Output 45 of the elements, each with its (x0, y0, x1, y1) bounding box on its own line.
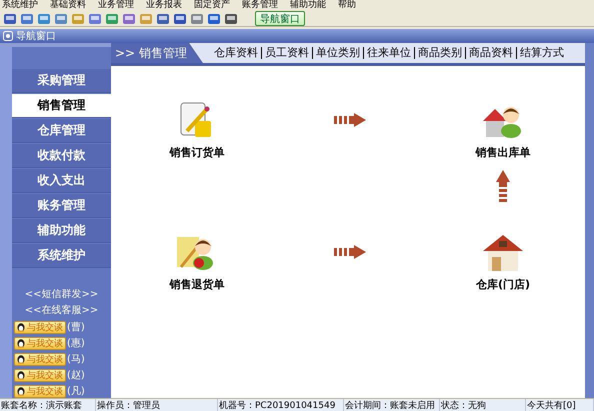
header-link[interactable]: 员工资料 (260, 47, 312, 59)
status-text: 今天共有[0] (526, 399, 594, 411)
sidebar-item[interactable]: 辅助功能 (12, 219, 111, 243)
arrow-up-icon (496, 170, 510, 202)
panel-title: 导航窗口 (16, 30, 56, 43)
sidebar-item[interactable]: 收入支出 (12, 169, 111, 193)
menu-item[interactable]: 账务管理 (242, 0, 278, 11)
contact-name: (曹) (67, 320, 85, 334)
header-link[interactable]: 往来单位 (362, 47, 414, 59)
node-label[interactable]: 销售订货单 (170, 145, 224, 160)
node-label[interactable]: 销售出库单 (476, 145, 530, 160)
sidebar-item[interactable]: 系统维护 (12, 244, 111, 268)
contact-name: (赵) (67, 368, 85, 382)
sidebar-link[interactable]: <<在线客服>> (24, 303, 98, 317)
sidebar-item[interactable]: 采购管理 (12, 69, 111, 93)
header-link[interactable]: 商品类别 (414, 47, 465, 59)
navigation-button[interactable]: 导航窗口 (255, 11, 305, 26)
house-icon (481, 233, 525, 273)
header-link[interactable]: 商品资料 (464, 47, 516, 59)
penguin-icon (16, 386, 26, 396)
status-text: 账套名称：演示账套 (0, 399, 96, 411)
status-text: 操作员：管理员 (96, 399, 218, 411)
node-label[interactable]: 销售退货单 (170, 277, 224, 292)
penguin-icon (16, 338, 26, 348)
contact-name: (凡) (67, 385, 85, 398)
header-link[interactable]: 仓库资料 (210, 47, 261, 59)
sidebar-item[interactable]: 仓库管理 (12, 119, 111, 143)
sidebar-item[interactable]: 账务管理 (12, 194, 111, 218)
contact-name: (马) (67, 353, 85, 366)
penguin-icon (16, 322, 26, 332)
header-link[interactable]: 单位类别 (312, 47, 363, 59)
sidebar-item[interactable]: 收款付款 (12, 144, 111, 168)
arrow-right-icon (334, 113, 366, 127)
sidebar-item[interactable]: 销售管理 (12, 94, 111, 118)
penguin-icon (16, 370, 26, 380)
sidebar-link[interactable]: <<短信群发>> (24, 287, 98, 301)
status-text: 会计期间：账套未启用 (344, 399, 440, 411)
header-link[interactable]: 结算方式 (516, 47, 567, 59)
status-text: 机器号：PC201901041549 (218, 399, 344, 411)
arrow-right-icon (334, 245, 366, 259)
penguin-icon (16, 354, 26, 364)
node-label[interactable]: 仓库(门店) (476, 277, 530, 292)
section-tab[interactable]: >> 销售管理 (111, 43, 203, 63)
status-text: 状态：无狗 (440, 399, 526, 411)
contact-name: (惠) (67, 336, 85, 350)
